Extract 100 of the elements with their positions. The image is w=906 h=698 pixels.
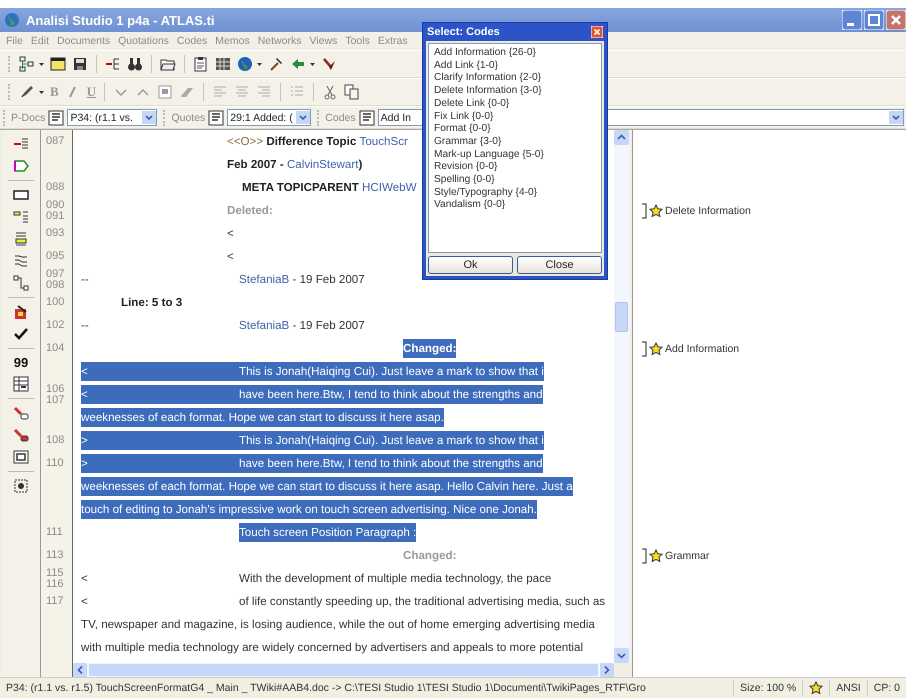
link-icon[interactable] <box>13 405 29 421</box>
left-arrow-icon[interactable] <box>290 56 306 72</box>
maximize-icon[interactable] <box>864 10 884 30</box>
dropdown[interactable]: 29:1 Added: ( <box>227 109 312 126</box>
dialog-button[interactable]: Close <box>517 256 602 274</box>
code-item[interactable]: Mark-up Language {5-0} <box>434 148 596 162</box>
clipboard-icon[interactable] <box>193 56 209 72</box>
binoculars-icon[interactable] <box>127 56 143 72</box>
selected-text: have been here.Btw, I tend to think about the strengths and <box>239 454 543 473</box>
doc-text: StefaniaB - 19 Feb 2007 <box>239 272 365 288</box>
caret-icon[interactable] <box>39 90 44 94</box>
tag-icon[interactable] <box>13 158 29 174</box>
toolbar-label: Codes <box>325 112 356 124</box>
code-label: Grammar <box>665 550 710 562</box>
minimize-icon[interactable] <box>842 10 862 30</box>
diff-marker: < <box>81 385 239 404</box>
caret-icon[interactable] <box>257 62 262 66</box>
link-icon[interactable] <box>13 427 29 443</box>
selected-text: Changed: <box>403 339 456 358</box>
star-icon <box>649 204 663 218</box>
memo-icon[interactable] <box>13 304 29 320</box>
star-icon <box>649 342 663 356</box>
scissors-icon[interactable] <box>322 84 338 100</box>
wiki-link[interactable]: CalvinStewart <box>286 158 358 171</box>
line-number: 115 <box>46 568 65 578</box>
code-item[interactable]: Add Link {1-0} <box>434 60 596 72</box>
grid-icon[interactable] <box>13 478 29 494</box>
code-page: CP: 0 <box>872 682 901 694</box>
table-icon[interactable] <box>13 376 29 392</box>
globe-icon[interactable] <box>237 56 253 72</box>
doc-text: Line: 5 to 3 <box>121 295 182 311</box>
hammer-icon[interactable] <box>268 56 284 72</box>
wiki-link[interactable]: HCIWebW <box>362 181 417 194</box>
code-item[interactable]: Grammar {3-0} <box>434 136 596 149</box>
scroll-down-icon[interactable] <box>614 648 629 663</box>
note-icon[interactable] <box>157 84 174 100</box>
code-item[interactable]: Vandalism {0-0} <box>434 199 596 212</box>
caret-icon[interactable] <box>310 62 315 66</box>
bracket-icon <box>641 340 647 356</box>
scroll-up-icon[interactable] <box>614 130 629 145</box>
diff-marker: > <box>81 431 239 450</box>
frame-icon[interactable] <box>13 449 29 465</box>
close-icon[interactable] <box>591 26 603 38</box>
selected-text: This is Jonah(Haiqing Cui). Just leave a mark to show that i <box>239 362 544 381</box>
document-list-icon[interactable] <box>208 110 224 126</box>
connector-icon[interactable] <box>13 275 29 291</box>
diff-marker: -- <box>81 272 90 288</box>
scroll-left-icon[interactable] <box>73 663 87 677</box>
close-icon[interactable] <box>886 10 906 30</box>
code-list[interactable] <box>428 43 602 253</box>
copy-icon[interactable] <box>344 84 360 100</box>
dropdown-icon[interactable] <box>299 114 308 121</box>
line-number: 088 <box>46 182 66 193</box>
code-item[interactable]: Spelling {0-0} <box>434 174 596 187</box>
code-item[interactable]: Fix Link {0-0} <box>434 110 596 124</box>
status-path: P34: (r1.1 vs. r1.5) TouchScreenFormatG4 _ Main _ TWiki#AAB4.doc -> C:\TESI Studio 1\TESI Studio 1\Documenti\TwikiPages_RTF\Gro <box>5 682 647 694</box>
scroll-right-icon[interactable] <box>600 663 614 677</box>
document-list-icon[interactable] <box>48 110 64 126</box>
scroll-thumb[interactable] <box>615 302 628 332</box>
code-item[interactable]: Revision {0-0} <box>434 161 596 174</box>
text-icon[interactable] <box>13 231 29 247</box>
diff-marker: < <box>81 362 239 381</box>
doc-text: Feb 2007 - CalvinStewart) <box>227 157 362 173</box>
doc-text: < <box>227 249 234 265</box>
checkmark-icon[interactable] <box>13 326 29 342</box>
network-icon[interactable] <box>19 56 35 72</box>
diff-marker: < <box>81 594 89 610</box>
wiki-link[interactable]: StefaniaB <box>239 319 290 332</box>
dialog-button[interactable]: Ok <box>428 256 513 274</box>
dropdown-icon[interactable] <box>892 114 900 121</box>
diff-marker: < <box>81 571 89 587</box>
selected-text: Touch screen Position Paragraph : <box>239 523 416 542</box>
selected-text: have been here.Btw, I tend to think about the strengths and <box>239 385 543 404</box>
caret-icon[interactable] <box>39 62 44 66</box>
quote-button[interactable]: 99 <box>14 355 28 370</box>
doc-text: StefaniaB - 19 Feb 2007 <box>239 318 365 334</box>
line-number: 113 <box>46 550 65 561</box>
pencil-icon[interactable] <box>19 84 35 100</box>
code-item[interactable]: Delete Link {0-0} <box>434 98 596 111</box>
dropdown[interactable]: P34: (r1.1 vs. <box>67 109 158 126</box>
vertical-scrollbar[interactable] <box>614 130 630 663</box>
list-icon[interactable] <box>13 209 29 225</box>
wiki-link[interactable]: StefaniaB <box>239 273 290 286</box>
window-icon[interactable] <box>50 56 66 72</box>
horizontal-scrollbar[interactable] <box>73 663 614 677</box>
code-item[interactable]: Delete Information {3-0} <box>434 85 596 98</box>
dropdown-icon[interactable] <box>145 114 154 121</box>
tree-icon[interactable] <box>105 56 121 72</box>
line-number: 111 <box>46 527 64 538</box>
save-icon[interactable] <box>72 56 88 72</box>
code-item[interactable]: Style/Typography {4-0} <box>434 186 596 200</box>
document-list-icon[interactable] <box>358 110 375 126</box>
wiki-link[interactable]: TouchScr <box>360 135 408 148</box>
doc-text: Deleted: <box>227 203 273 219</box>
dialog-title: Select: Codes <box>427 26 500 38</box>
code-item[interactable]: Clarify Information {2-0} <box>434 72 596 86</box>
code-item[interactable]: Format {0-0} <box>434 123 596 136</box>
code-item[interactable]: Add Information {26-0} <box>434 47 596 60</box>
line-number: 091 <box>46 210 66 222</box>
code-label: Delete Information <box>665 204 751 216</box>
